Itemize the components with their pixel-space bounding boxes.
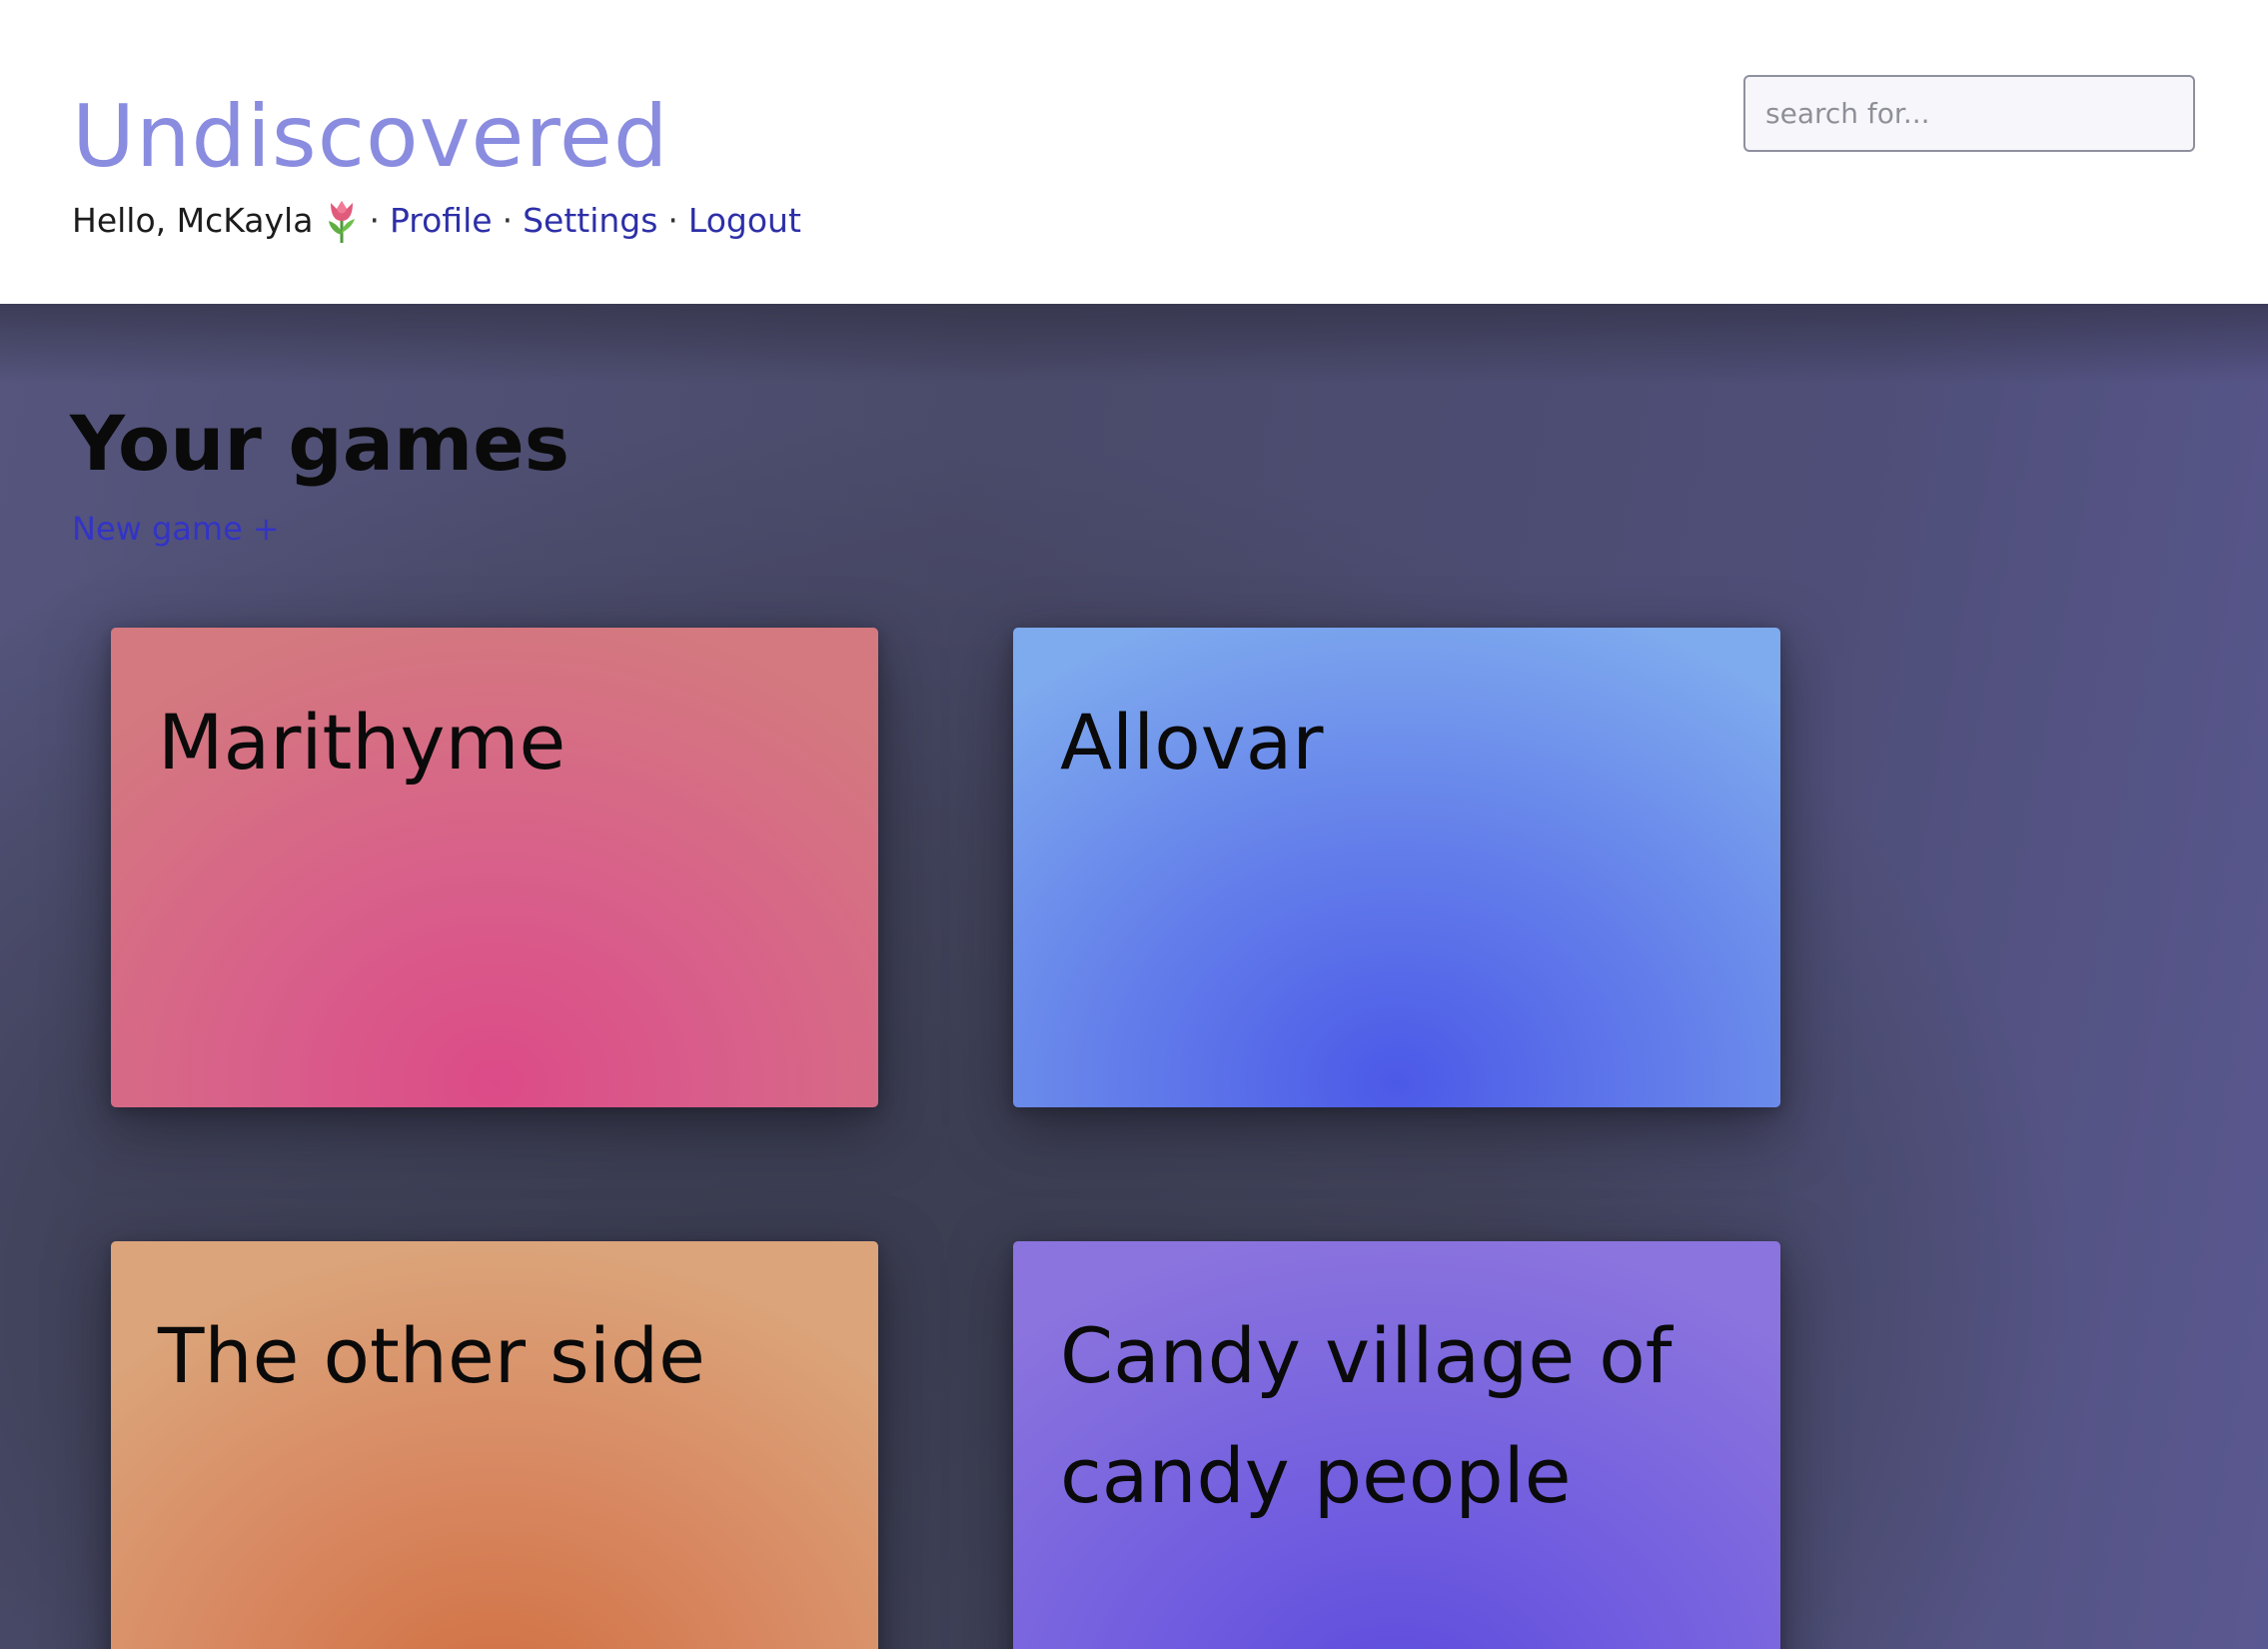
games-section: Your games New game + Marithyme Allovar …: [0, 304, 2268, 1649]
new-game-link[interactable]: New game +: [72, 504, 280, 554]
game-card[interactable]: The other side: [111, 1241, 878, 1649]
separator: ·: [667, 201, 678, 240]
site-logo[interactable]: Undiscovered: [72, 82, 668, 192]
user-nav: Hello, McKayla · Profile · Settings · Lo…: [72, 196, 801, 246]
page-title: Your games: [70, 399, 569, 488]
game-card[interactable]: Candy village of candy people: [1013, 1241, 1780, 1649]
search-input[interactable]: [1743, 75, 2195, 152]
separator: ·: [502, 201, 514, 240]
game-card-title: The other side: [158, 1311, 705, 1400]
top-header: Undiscovered Hello, McKayla · Profile · …: [0, 0, 2268, 304]
greeting-text: Hello, McKayla: [72, 201, 314, 240]
game-card-title: Allovar: [1060, 698, 1324, 787]
game-card-title: Candy village of candy people: [1060, 1311, 1673, 1520]
game-card[interactable]: Marithyme: [111, 628, 878, 1107]
profile-link[interactable]: Profile: [390, 196, 493, 246]
settings-link[interactable]: Settings: [523, 196, 657, 246]
separator: ·: [369, 201, 380, 240]
tulip-icon: [325, 199, 359, 243]
game-card-title: Marithyme: [158, 698, 567, 787]
game-card[interactable]: Allovar: [1013, 628, 1780, 1107]
logout-link[interactable]: Logout: [688, 196, 801, 246]
